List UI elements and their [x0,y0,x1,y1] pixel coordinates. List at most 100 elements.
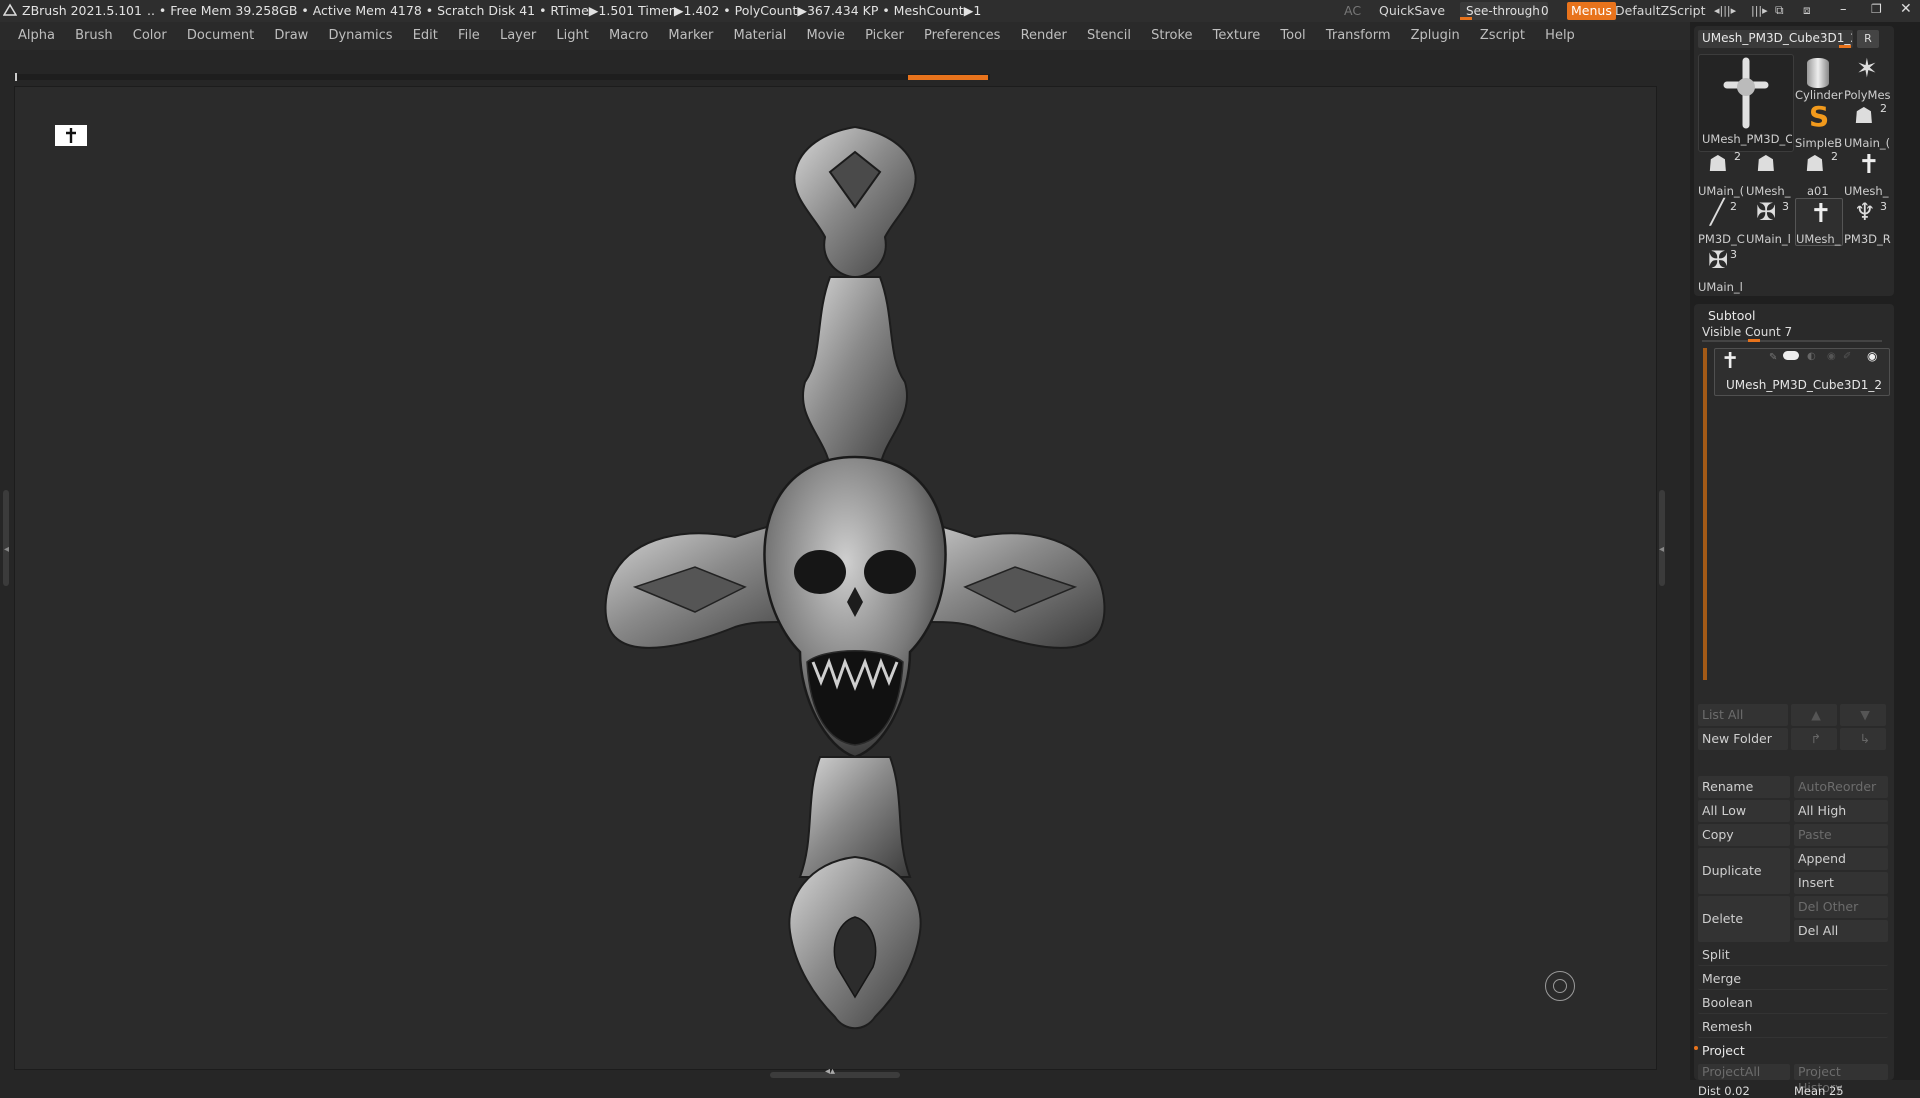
restore-icon[interactable]: ❐ [1871,2,1882,16]
new-folder-button[interactable]: New Folder [1698,728,1788,750]
subtool-material-icon[interactable]: ◐ [1807,351,1816,362]
all-low-button[interactable]: All Low [1698,800,1790,822]
quicksave-button[interactable]: QuickSave [1379,2,1445,20]
subtool-toggle-icon[interactable] [1783,351,1799,360]
subtool-pencil-icon[interactable]: ✐ [1843,351,1851,362]
menu-marker[interactable]: Marker [668,22,713,50]
move-down-icon[interactable]: ▼ [1840,704,1886,726]
timeline-marker[interactable] [908,75,988,80]
thumb-umain-4[interactable]: ✠ 3 UMain_l [1698,246,1746,294]
navigation-gizmo[interactable] [1545,971,1575,1001]
left-tray-handle[interactable] [3,490,9,586]
rename-button[interactable]: Rename [1698,776,1790,798]
menu-material[interactable]: Material [734,22,787,50]
menu-help[interactable]: Help [1545,22,1575,50]
delete-button[interactable]: Delete [1698,896,1790,942]
menu-light[interactable]: Light [556,22,588,50]
menu-zplugin[interactable]: Zplugin [1411,22,1460,50]
thumb-umesh-1[interactable]: ☗ UMesh_ [1746,150,1794,198]
menu-color[interactable]: Color [133,22,167,50]
menu-preferences[interactable]: Preferences [924,22,1000,50]
append-button[interactable]: Append [1794,848,1888,870]
interface-layout2-icon[interactable]: |||▸ [1751,4,1768,17]
menu-file[interactable]: File [458,22,480,50]
left-tray-arrow-icon[interactable]: ◂ [4,544,9,555]
mean-slider[interactable]: Mean 25 [1794,1084,1844,1098]
insert-button[interactable]: Insert [1794,872,1888,894]
boolean-section[interactable]: Boolean [1698,992,1888,1014]
layout-tile-icon[interactable]: ⧈ [1803,3,1811,18]
thumb-cylinder[interactable]: Cylinder [1795,54,1843,102]
folder-up-icon[interactable]: ↱ [1791,728,1837,750]
menu-edit[interactable]: Edit [413,22,438,50]
autoreorder-button[interactable]: AutoReorder [1794,776,1888,798]
r-button[interactable]: R [1857,30,1879,48]
paste-button[interactable]: Paste [1794,824,1888,846]
list-all-button[interactable]: List All [1698,704,1788,726]
move-up-icon[interactable]: ▲ [1791,704,1837,726]
thumb-pm3d-r[interactable]: ♆ 3 PM3D_R [1844,198,1892,246]
menu-picker[interactable]: Picker [865,22,904,50]
visible-count-handle[interactable] [1748,339,1760,342]
thumb-umain-1[interactable]: ☗ 2 UMain_( [1844,102,1892,150]
menu-stencil[interactable]: Stencil [1087,22,1131,50]
menu-brush[interactable]: Brush [75,22,113,50]
timeline-track[interactable] [14,74,990,80]
minimize-icon[interactable]: – [1840,2,1847,17]
thumb-umesh-cross-2[interactable]: ✝ UMesh_ [1795,198,1843,246]
right-tray-handle[interactable] [1659,490,1665,586]
menu-render[interactable]: Render [1021,22,1067,50]
all-high-button[interactable]: All High [1794,800,1888,822]
see-through-slider[interactable]: See-through 0 [1460,2,1549,20]
subtool-polypaint-icon[interactable]: ◉ [1827,351,1836,362]
menus-button[interactable]: Menus [1567,2,1616,20]
menu-zscript[interactable]: Zscript [1480,22,1525,50]
visible-count-slider[interactable]: Visible Count 7 [1698,324,1888,342]
subtool-brush-icon[interactable]: ✎ [1769,352,1777,363]
menu-layer[interactable]: Layer [500,22,536,50]
project-history-button[interactable]: Project History [1794,1064,1888,1095]
subtool-list-scrollbar[interactable] [1703,348,1707,680]
current-tool-field[interactable]: UMesh_PM3D_Cube3D1_2... [1698,30,1853,48]
menu-tool[interactable]: Tool [1280,22,1305,50]
menu-movie[interactable]: Movie [806,22,844,50]
thumb-a01[interactable]: ☗ 2 a01 [1795,150,1843,198]
main-tool-thumbnail[interactable]: UMesh_PM3D_C [1698,54,1794,152]
menu-transform[interactable]: Transform [1326,22,1391,50]
project-section[interactable]: Project [1698,1040,1888,1062]
layout-swap-icon[interactable]: ⧉ [1775,3,1784,18]
thumb-simplebrush[interactable]: S SimpleB [1795,100,1843,150]
menu-document[interactable]: Document [187,22,254,50]
remesh-section[interactable]: Remesh [1698,1016,1888,1038]
default-zscript-button[interactable]: DefaultZScript [1615,2,1706,20]
menu-texture[interactable]: Texture [1213,22,1261,50]
menu-dynamics[interactable]: Dynamics [328,22,392,50]
menu-alpha[interactable]: Alpha [18,22,55,50]
right-tray-arrow-icon[interactable]: ◂ [1659,544,1664,555]
folder-down-icon[interactable]: ↳ [1840,728,1886,750]
subtool-visibility-eye-icon[interactable]: ◉ [1867,349,1877,363]
del-other-button[interactable]: Del Other [1794,896,1888,918]
project-all-button[interactable]: ProjectAll [1698,1064,1790,1080]
thumb-umain-3[interactable]: ✠ 3 UMain_l [1746,198,1794,246]
menu-draw[interactable]: Draw [274,22,308,50]
copy-button[interactable]: Copy [1698,824,1790,846]
menu-macro[interactable]: Macro [609,22,648,50]
bottom-tray-arrow-icon[interactable]: ◂▴ [825,1066,835,1077]
subtool-title[interactable]: Subtool [1708,308,1755,323]
ac-button[interactable]: AC [1344,2,1361,20]
split-section[interactable]: Split [1698,944,1888,966]
thumb-pm3d-c[interactable]: ╱ 2 PM3D_C [1698,198,1746,246]
duplicate-button[interactable]: Duplicate [1698,848,1790,894]
dist-slider[interactable]: Dist 0.02 [1698,1084,1750,1098]
merge-section[interactable]: Merge [1698,968,1888,990]
thumb-umain-2[interactable]: ☗ 2 UMain_( [1698,150,1746,198]
menu-stroke[interactable]: Stroke [1151,22,1192,50]
del-all-button[interactable]: Del All [1794,920,1888,942]
subtool-item[interactable]: ✝ ✎ ◐ ◉ ✐ ◉ UMesh_PM3D_Cube3D1_2 [1714,348,1890,396]
close-icon[interactable]: ✕ [1900,1,1912,17]
document-canvas[interactable] [14,86,1657,1070]
interface-layout-icon[interactable]: ◂|||▸ [1714,4,1736,17]
thumb-umesh-cross-1[interactable]: ✝ UMesh_ [1844,150,1892,198]
thumb-polymesh[interactable]: ✶ PolyMes [1844,54,1892,102]
